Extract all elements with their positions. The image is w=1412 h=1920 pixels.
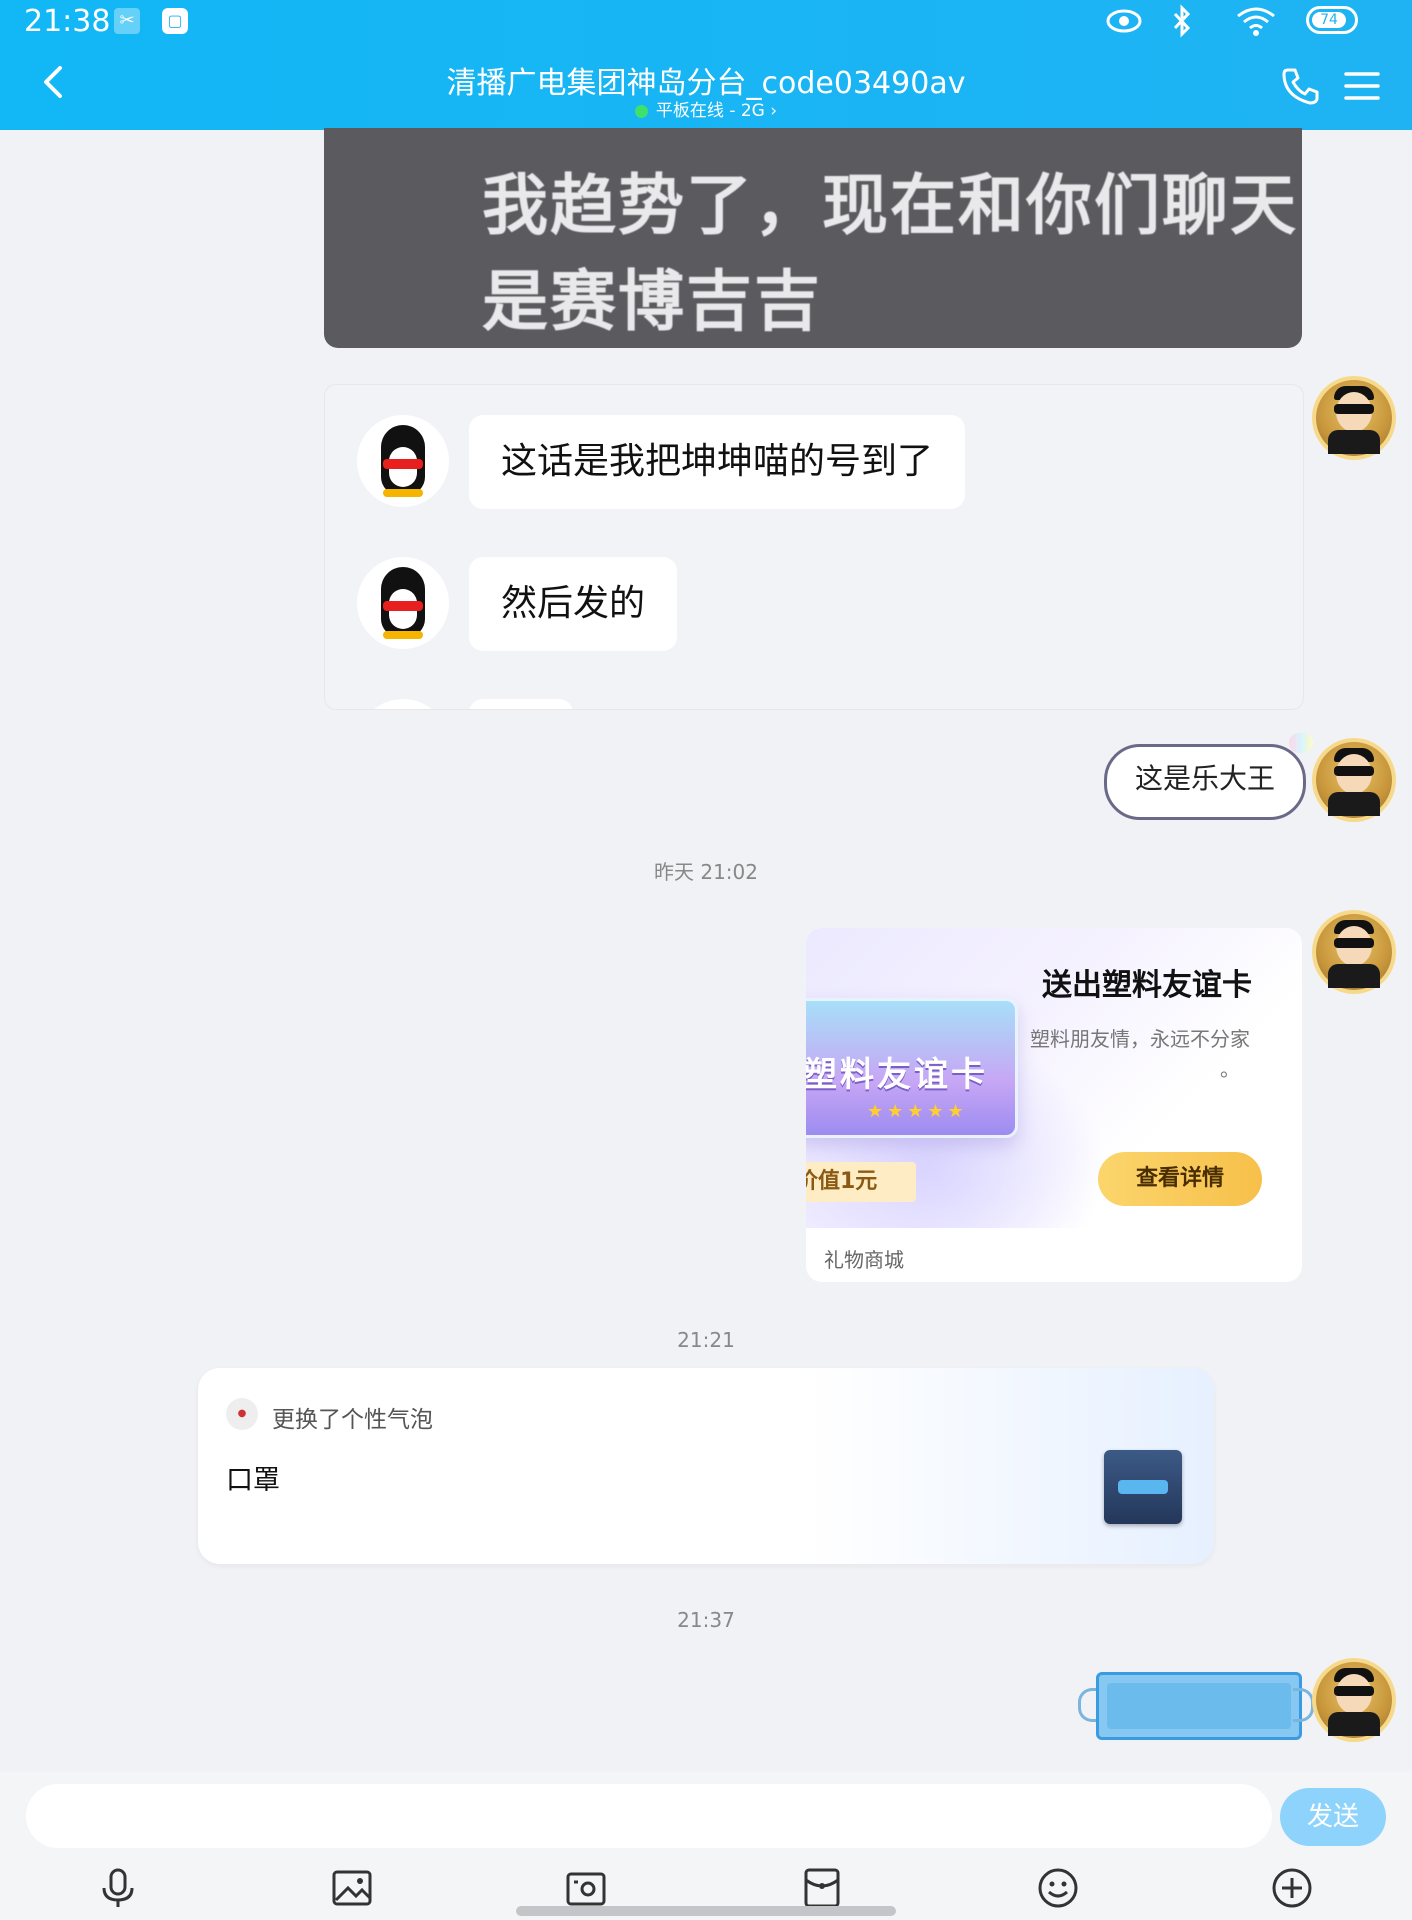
- menu-button[interactable]: [1344, 68, 1380, 104]
- chevron-right-icon: ›: [770, 101, 778, 121]
- qq-penguin-avatar-partial: [357, 699, 449, 709]
- send-button[interactable]: 发送: [1280, 1788, 1386, 1846]
- input-bar: 发送: [0, 1772, 1412, 1920]
- chat-record-card[interactable]: 这话是我把坤坤喵的号到了 然后发的: [324, 384, 1304, 710]
- image-icon[interactable]: [330, 1866, 374, 1910]
- online-dot: [634, 104, 648, 118]
- image-text-line-1: 我趋势了，现在和你们聊天: [482, 167, 1298, 244]
- gift-source-label[interactable]: 礼物商城: [824, 1244, 904, 1273]
- gift-card-message[interactable]: 送出塑料友谊卡 塑料朋友情，永远不分家 。 塑料友谊卡 ★★★★★ 价值1元 查…: [806, 928, 1302, 1282]
- bubble-change-notice[interactable]: ● 更换了个性气泡 口罩: [198, 1368, 1214, 1564]
- gift-title: 送出塑料友谊卡: [1042, 968, 1252, 1003]
- image-text-line-2: 是赛博吉吉: [482, 263, 822, 340]
- mic-icon[interactable]: [96, 1866, 140, 1910]
- bubble-thumbnail[interactable]: [1104, 1450, 1182, 1524]
- emoji-icon[interactable]: [1036, 1866, 1080, 1910]
- gift-description-tail: 。: [1220, 1057, 1240, 1081]
- gift-description-text: 塑料朋友情，永远不分家: [1030, 1027, 1250, 1051]
- status-time: 21:38: [24, 4, 111, 39]
- gift-description: 塑料朋友情，永远不分家 。: [1030, 1024, 1280, 1084]
- app-notification-icon: ▢: [162, 8, 188, 34]
- record-message: 这话是我把坤坤喵的号到了: [469, 415, 966, 509]
- my-avatar[interactable]: [1316, 914, 1392, 990]
- camera-icon[interactable]: [564, 1866, 608, 1910]
- scissors-icon: ✂: [114, 8, 140, 34]
- message-input[interactable]: [26, 1784, 1272, 1848]
- custom-bubble-message[interactable]: 这是乐大王: [1104, 733, 1313, 820]
- bluetooth-icon: [1173, 4, 1191, 38]
- top-bar: 21:38 ✂ ▢ 74 清播广电集团神岛分台_code03490av 平板在线…: [0, 0, 1412, 130]
- qq-penguin-avatar[interactable]: [357, 415, 449, 507]
- battery-icon: 74: [1306, 6, 1358, 34]
- gift-image-text: 塑料友谊卡: [806, 1055, 988, 1095]
- my-avatar[interactable]: [1316, 742, 1392, 818]
- record-message-partial: [469, 699, 573, 709]
- timestamp: 21:37: [677, 1608, 735, 1632]
- battery-level: 74: [1312, 12, 1346, 28]
- online-status[interactable]: 平板在线 - 2G ›: [0, 96, 1412, 121]
- qq-penguin-avatar[interactable]: [357, 557, 449, 649]
- wifi-icon: [1237, 7, 1275, 36]
- friendship-card-image: 塑料友谊卡 ★★★★★: [806, 998, 1018, 1138]
- star-rating-icon: ★★★★★: [867, 1101, 968, 1122]
- mask-body: [1096, 1672, 1302, 1740]
- mask-bubble-message[interactable]: [1078, 1672, 1314, 1740]
- forwarded-image-message[interactable]: 我趋势了，现在和你们聊天 是赛博吉吉: [324, 128, 1302, 348]
- red-packet-icon[interactable]: [800, 1866, 844, 1910]
- eye-icon: [1106, 9, 1142, 33]
- home-indicator[interactable]: [516, 1906, 896, 1916]
- bubble-change-title: 更换了个性气泡: [272, 1407, 433, 1433]
- qq-logo-icon: ●: [226, 1398, 258, 1430]
- phone-call-button[interactable]: [1280, 66, 1320, 106]
- my-avatar[interactable]: [1316, 380, 1392, 456]
- mask-loop-right: [1293, 1688, 1314, 1722]
- plus-icon[interactable]: [1270, 1866, 1314, 1910]
- bubble-name: 口罩: [226, 1465, 280, 1496]
- gift-price-tag: 价值1元: [806, 1162, 916, 1202]
- online-status-text: 平板在线 - 2G: [655, 101, 765, 121]
- my-avatar[interactable]: [1316, 1662, 1392, 1738]
- view-details-button[interactable]: 查看详情: [1098, 1152, 1262, 1206]
- record-message: 然后发的: [469, 557, 678, 651]
- timestamp: 21:21: [677, 1328, 735, 1352]
- timestamp: 昨天 21:02: [654, 860, 758, 884]
